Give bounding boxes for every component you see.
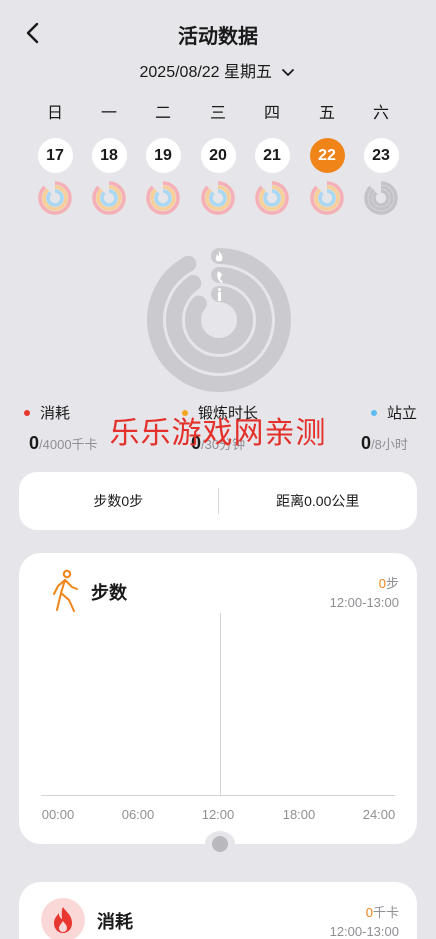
mini-activity-rings [38, 181, 72, 215]
day-19[interactable]: 二 19 [143, 102, 183, 215]
date-selector[interactable]: 2025/08/22 星期五 [0, 58, 436, 82]
flame-icon [54, 907, 72, 933]
summary-bar: 步数0步 距离0.00公里 [19, 472, 417, 530]
date-number[interactable]: 20 [200, 138, 236, 173]
weekday-label: 日 [46, 105, 63, 122]
day-21[interactable]: 四 21 [252, 102, 292, 215]
weekday-label: 六 [372, 105, 389, 122]
burn-card-value: 0千卡 [366, 902, 399, 921]
axis-tick-4: 24:00 [362, 807, 396, 822]
axis-tick-2: 12:00 [201, 807, 235, 822]
burn-card-title: 消耗 [97, 912, 133, 932]
day-18[interactable]: 一 18 [89, 102, 129, 215]
burn-card[interactable]: 消耗 0千卡 12:00-13:00 [19, 882, 417, 939]
chevron-down-icon [282, 68, 295, 76]
flame-badge [41, 898, 85, 939]
day-22[interactable]: 五 22 [307, 102, 347, 215]
steps-card-value: 0步 [379, 573, 399, 592]
watermark: 乐乐游戏网亲测 [109, 417, 327, 450]
standing-icon [217, 288, 222, 301]
date-number[interactable]: 23 [363, 138, 399, 173]
page-title: 活动数据 [178, 26, 258, 48]
stand-ring [185, 286, 253, 354]
steps-card[interactable]: 步数 0步 12:00-13:00 00:00 06:00 12:00 18:0… [19, 553, 417, 844]
date-number[interactable]: 19 [145, 138, 181, 173]
chart-scrubber-knob[interactable] [205, 831, 235, 857]
chart-cursor-line[interactable] [220, 613, 221, 795]
activity-rings [147, 248, 291, 392]
axis-tick-0: 00:00 [41, 807, 75, 822]
burn-value: 0 [365, 905, 373, 920]
axis-tick-3: 18:00 [282, 807, 316, 822]
date-number[interactable]: 18 [91, 138, 127, 173]
mini-activity-rings [146, 181, 180, 215]
weekday-label: 三 [209, 105, 226, 122]
mini-activity-rings [92, 181, 126, 215]
header: 活动数据 [0, 0, 436, 60]
date-number[interactable]: 22 [309, 138, 345, 173]
day-20[interactable]: 三 20 [198, 102, 238, 215]
mini-activity-rings [255, 181, 289, 215]
mini-activity-rings [310, 181, 344, 215]
burn-card-range: 12:00-13:00 [329, 924, 399, 939]
steps-unit: 步 [385, 576, 399, 591]
burn-unit: 千卡 [372, 905, 399, 920]
summary-distance: 距离0.00公里 [276, 493, 360, 509]
mini-activity-rings [364, 181, 398, 215]
week-strip: 日 17 一 18 二 19 三 20 四 21 五 22 六 23 [0, 102, 436, 222]
steps-value: 0 [378, 576, 386, 591]
day-17[interactable]: 日 17 [35, 102, 75, 215]
mini-activity-rings [201, 181, 235, 215]
steps-card-title: 步数 [91, 583, 127, 603]
date-number[interactable]: 21 [254, 138, 290, 173]
summary-steps: 步数0步 [93, 493, 144, 509]
steps-card-range: 12:00-13:00 [329, 595, 399, 610]
weekday-label: 四 [263, 105, 280, 122]
axis-tick-1: 06:00 [121, 807, 155, 822]
weekday-label: 五 [318, 105, 335, 122]
walking-person-icon [53, 569, 78, 612]
date-label: 2025/08/22 星期五 [139, 64, 273, 81]
weekday-label: 二 [154, 105, 171, 122]
weekday-label: 一 [100, 105, 117, 122]
chart-baseline [41, 795, 395, 796]
date-number[interactable]: 17 [37, 138, 73, 173]
day-23[interactable]: 六 23 [361, 102, 401, 215]
